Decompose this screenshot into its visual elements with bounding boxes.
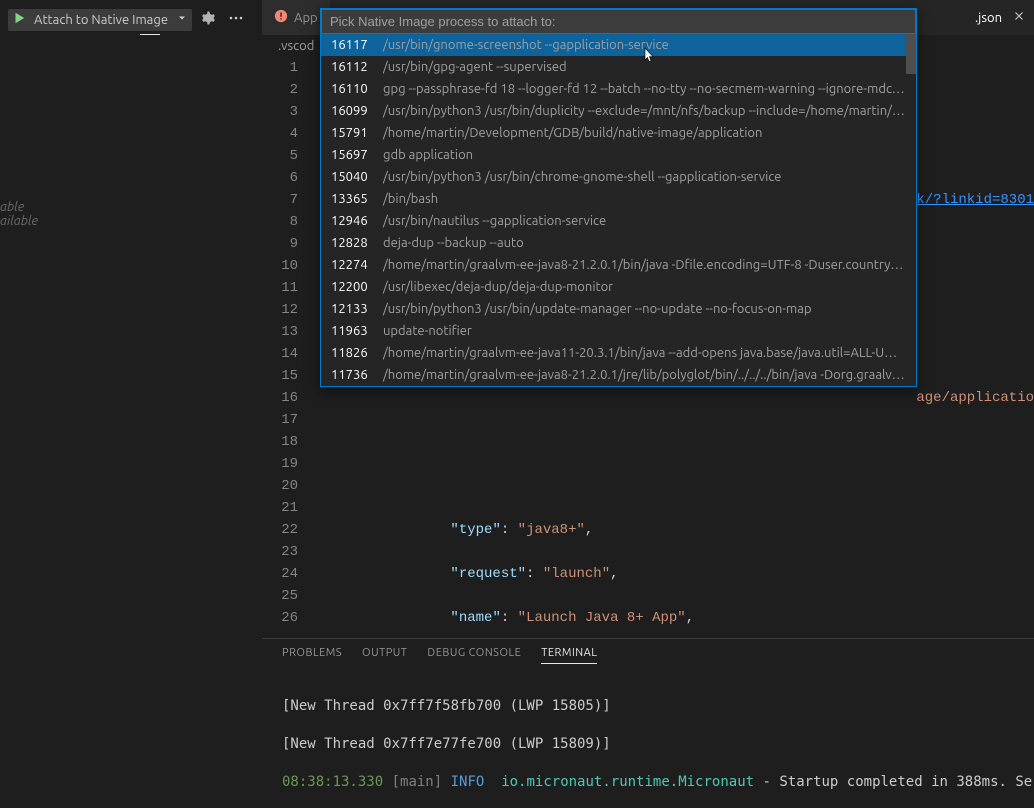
- quickpick-list: 16117/usr/bin/gnome-screenshot --gapplic…: [321, 34, 916, 386]
- quickpick-item[interactable]: 11826/home/martin/graalvm-ee-java11-20.3…: [321, 342, 916, 364]
- sidebar-hint: able ailable: [0, 200, 38, 228]
- close-icon[interactable]: [1012, 9, 1026, 26]
- quickpick-item[interactable]: 12200/usr/libexec/deja-dup/deja-dup-moni…: [321, 276, 916, 298]
- panel-tab-output[interactable]: OUTPUT: [362, 647, 407, 664]
- terminal-line: [New Thread 0x7ff7f58fb700 (LWP 15805)]: [282, 697, 1014, 716]
- active-tab-indicator: [140, 34, 160, 35]
- panel-tab-debug-console[interactable]: DEBUG CONSOLE: [427, 647, 521, 664]
- code-link[interactable]: k/?linkid=8301: [916, 192, 1034, 208]
- terminal-line: 08:38:13.330 [main] INFO io.micronaut.ru…: [282, 773, 1014, 792]
- quickpick-item[interactable]: 12946/usr/bin/nautilus --gapplication-se…: [321, 210, 916, 232]
- sidebar-hint-line: ailable: [0, 214, 38, 228]
- debug-config-selector[interactable]: Attach to Native Image: [8, 9, 192, 31]
- gear-icon[interactable]: [196, 8, 220, 31]
- cursor-pointer-icon: [640, 46, 656, 67]
- tab-label: App: [294, 11, 318, 25]
- debug-toolbar: Attach to Native Image: [8, 8, 248, 31]
- quickpick-item[interactable]: 16099/usr/bin/python3 /usr/bin/duplicity…: [321, 100, 916, 122]
- breadcrumb-item: .vscod: [278, 39, 314, 53]
- panel-tab-problems[interactable]: PROBLEMS: [282, 647, 342, 664]
- panel-tabs: PROBLEMS OUTPUT DEBUG CONSOLE TERMINAL: [262, 639, 1034, 670]
- quickpick-item[interactable]: 11963update-notifier: [321, 320, 916, 342]
- more-icon[interactable]: [224, 8, 248, 31]
- tab-label: .json: [975, 11, 1002, 25]
- bottom-panel: PROBLEMS OUTPUT DEBUG CONSOLE TERMINAL […: [262, 638, 1034, 808]
- quickpick-item[interactable]: 16117/usr/bin/gnome-screenshot --gapplic…: [321, 34, 916, 56]
- panel-tab-terminal[interactable]: TERMINAL: [541, 647, 597, 664]
- quickpick-item[interactable]: 12274/home/martin/graalvm-ee-java8-21.2.…: [321, 254, 916, 276]
- line-gutter: 123456789 1011121314151617 1819202122232…: [262, 57, 316, 638]
- quickpick-item[interactable]: 11736/home/martin/graalvm-ee-java8-21.2.…: [321, 364, 916, 386]
- code-string: age/applicatio: [916, 390, 1034, 406]
- chevron-down-icon: [176, 12, 188, 27]
- quickpick-input[interactable]: [321, 9, 916, 34]
- scrollbar[interactable]: [906, 34, 916, 74]
- quickpick-item[interactable]: 15040/usr/bin/python3 /usr/bin/chrome-gn…: [321, 166, 916, 188]
- quickpick-item[interactable]: 12133/usr/bin/python3 /usr/bin/update-ma…: [321, 298, 916, 320]
- quickpick-item[interactable]: 16110gpg --passphrase-fd 18 --logger-fd …: [321, 78, 916, 100]
- quickpick-item[interactable]: 15697gdb application: [321, 144, 916, 166]
- quickpick-dialog: 16117/usr/bin/gnome-screenshot --gapplic…: [320, 8, 917, 387]
- terminal-line: [New Thread 0x7ff7e77fe700 (LWP 15809)]: [282, 735, 1014, 754]
- quickpick-item[interactable]: 13365/bin/bash: [321, 188, 916, 210]
- terminal-output[interactable]: [New Thread 0x7ff7f58fb700 (LWP 15805)] …: [262, 670, 1034, 808]
- quickpick-item[interactable]: 16112/usr/bin/gpg-agent --supervised: [321, 56, 916, 78]
- quickpick-item[interactable]: 15791/home/martin/Development/GDB/build/…: [321, 122, 916, 144]
- play-icon: [12, 11, 26, 28]
- debug-config-label: Attach to Native Image: [30, 13, 172, 27]
- quickpick-item[interactable]: 12828deja-dup --backup --auto: [321, 232, 916, 254]
- error-icon: [274, 9, 288, 26]
- sidebar-hint-line: able: [0, 200, 38, 214]
